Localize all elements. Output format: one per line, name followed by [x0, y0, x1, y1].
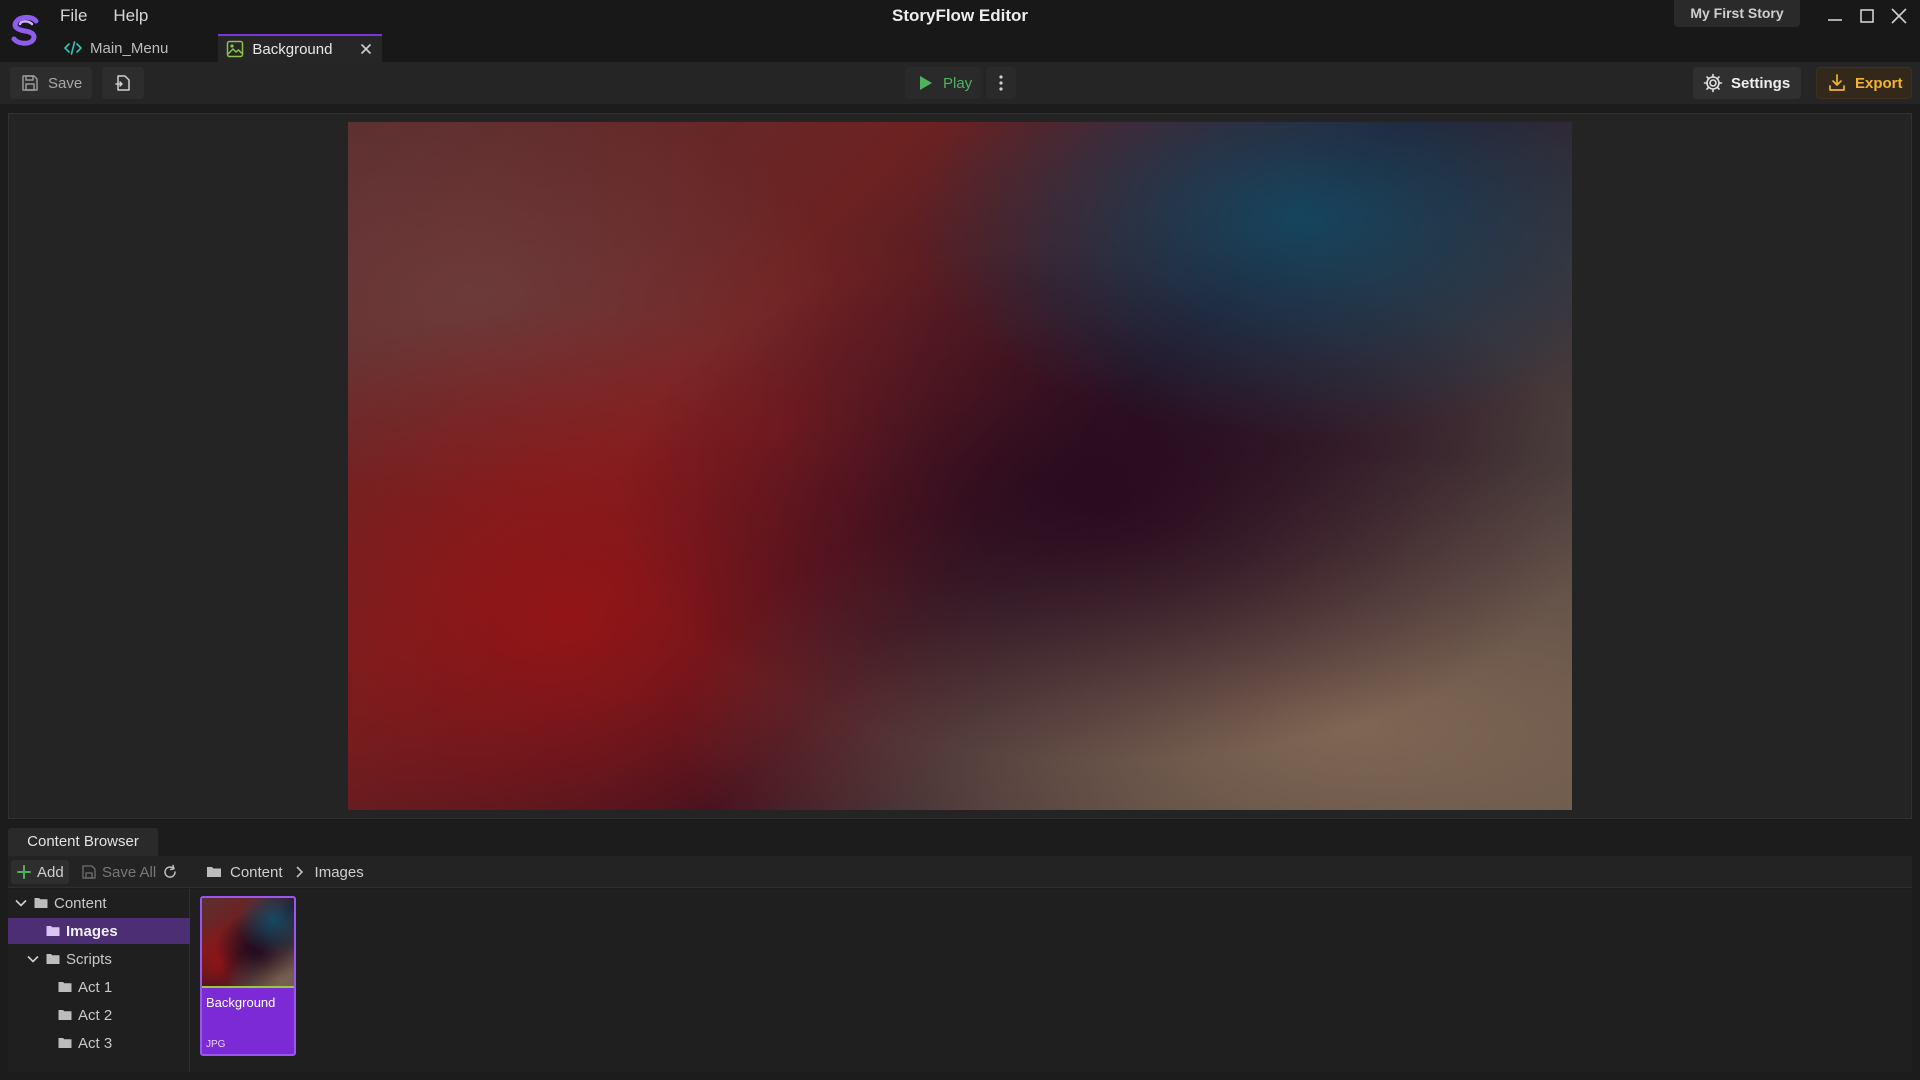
asset-type: JPG: [206, 1039, 226, 1050]
folder-tree: Content Images Scripts Act 1 Act 2 Act 3: [8, 889, 190, 1072]
chevron-right-icon: [295, 866, 303, 878]
background-image-preview: [348, 122, 1572, 810]
download-icon: [1829, 74, 1845, 91]
settings-label: Settings: [1731, 74, 1791, 92]
settings-button[interactable]: Settings: [1693, 67, 1801, 99]
plus-icon: [17, 865, 31, 879]
image-viewport: [8, 113, 1912, 819]
tree-item-scripts[interactable]: Scripts: [8, 946, 190, 972]
save-all-label: Save All: [102, 863, 157, 881]
close-tab-icon[interactable]: [358, 41, 374, 57]
save-button[interactable]: Save: [10, 67, 92, 99]
breadcrumb: Content Images: [206, 860, 364, 884]
menu-help[interactable]: Help: [113, 6, 148, 26]
main-toolbar: Save Play Settings Export: [0, 62, 1920, 104]
save-as-icon: [115, 75, 130, 91]
minimize-button[interactable]: [1822, 4, 1848, 28]
tab-label: Main_Menu: [90, 39, 169, 57]
folder-icon: [58, 1010, 72, 1020]
image-icon: [227, 40, 244, 58]
add-label: Add: [37, 863, 64, 881]
tab-main-menu[interactable]: Main_Menu: [56, 34, 180, 62]
gear-icon: [1703, 73, 1723, 93]
folder-icon: [58, 1038, 72, 1048]
tree-label: Act 3: [78, 1034, 113, 1052]
tree-item-act-2[interactable]: Act 2: [8, 1002, 190, 1028]
refresh-icon: [164, 864, 176, 878]
play-options-button[interactable]: [986, 67, 1016, 99]
tree-label: Act 1: [78, 978, 113, 996]
tree-label: Scripts: [66, 950, 112, 968]
chevron-down-icon[interactable]: [14, 896, 28, 910]
menu-bar: File Help: [60, 6, 148, 26]
tree-label: Act 2: [78, 1006, 113, 1024]
minimize-icon: [1828, 19, 1842, 21]
folder-icon: [34, 898, 48, 908]
menu-file[interactable]: File: [60, 6, 87, 26]
asset-thumbnail: [202, 898, 294, 988]
code-icon: [64, 41, 82, 55]
play-button[interactable]: Play: [905, 67, 981, 99]
play-label: Play: [943, 74, 973, 92]
tree-item-content[interactable]: Content: [8, 890, 190, 916]
close-window-button[interactable]: [1886, 4, 1912, 28]
folder-icon: [46, 954, 60, 964]
save-label: Save: [48, 74, 83, 92]
more-vertical-icon: [999, 75, 1003, 91]
close-icon: [1891, 8, 1907, 24]
folder-icon: [58, 982, 72, 992]
content-browser-body: Content Images Scripts Act 1 Act 2 Act 3…: [8, 889, 1912, 1072]
breadcrumb-images[interactable]: Images: [315, 864, 364, 881]
title-bar: File Help StoryFlow Editor My First Stor…: [0, 0, 1920, 62]
export-button[interactable]: Export: [1816, 67, 1912, 99]
asset-card-background[interactable]: Background JPG: [200, 896, 296, 1056]
maximize-button[interactable]: [1854, 4, 1880, 28]
save-all-icon: [82, 865, 96, 879]
tab-background[interactable]: Background: [218, 34, 383, 62]
tree-label: Images: [66, 922, 118, 940]
editor-tabs: Main_Menu Background: [56, 34, 383, 62]
add-asset-button[interactable]: Add: [11, 860, 69, 884]
save-icon: [22, 75, 38, 91]
project-name-button[interactable]: My First Story: [1674, 0, 1800, 27]
save-as-button[interactable]: [102, 67, 144, 99]
folder-icon: [46, 926, 60, 936]
refresh-button[interactable]: [162, 860, 178, 884]
breadcrumb-content[interactable]: Content: [230, 864, 283, 881]
asset-name: Background: [206, 995, 276, 1010]
tree-item-act-1[interactable]: Act 1: [8, 974, 190, 1000]
tree-item-act-3[interactable]: Act 3: [8, 1030, 190, 1056]
play-icon: [920, 76, 932, 90]
app-title: StoryFlow Editor: [892, 6, 1028, 25]
content-browser-tab[interactable]: Content Browser: [8, 828, 158, 856]
export-label: Export: [1855, 74, 1903, 92]
content-browser-tabbar: Content Browser: [8, 828, 1912, 856]
maximize-icon: [1860, 9, 1874, 23]
tree-item-images[interactable]: Images: [8, 918, 190, 944]
tree-label: Content: [54, 894, 107, 912]
content-browser-toolbar: Add Save All Content Images: [8, 856, 1912, 888]
folder-icon: [207, 867, 221, 877]
tab-label: Background: [252, 40, 333, 58]
save-all-button[interactable]: Save All: [76, 860, 161, 884]
chevron-down-icon[interactable]: [26, 952, 40, 966]
storyflow-logo-icon: [11, 14, 39, 46]
